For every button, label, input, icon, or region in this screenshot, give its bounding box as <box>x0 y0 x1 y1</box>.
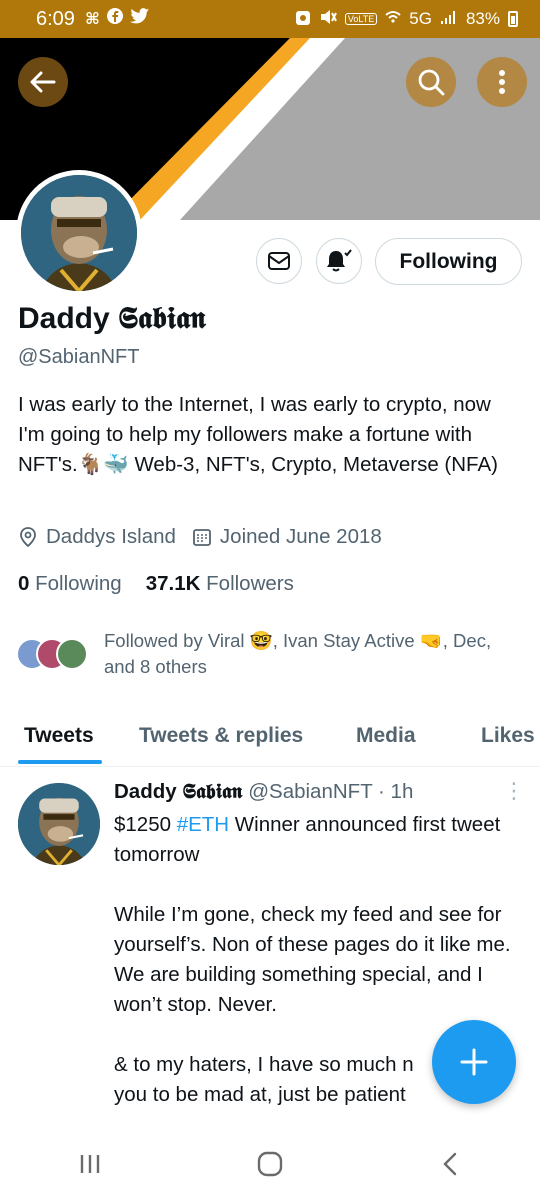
joined-item: Joined June 2018 <box>192 525 382 549</box>
chevron-left-icon <box>443 1152 457 1175</box>
battery-icon <box>508 11 518 27</box>
signal-icon <box>440 9 458 30</box>
joined-text: Joined June 2018 <box>219 525 382 548</box>
followed-by-text: Followed by Viral 🤓, Ivan Stay Active 🤜,… <box>104 630 492 677</box>
twitter-bird-icon <box>129 7 150 31</box>
following-count: 0 <box>18 572 30 595</box>
profile-avatar[interactable] <box>16 170 142 296</box>
follower-avatars <box>16 638 88 670</box>
recent-apps-button[interactable] <box>50 1139 130 1189</box>
profile-handle: @SabianNFT <box>18 346 140 368</box>
ape-avatar-image <box>21 175 137 291</box>
back-arrow-icon <box>30 71 56 93</box>
notifications-button[interactable] <box>316 238 362 284</box>
tab-tweets-replies[interactable]: Tweets & replies <box>139 705 303 767</box>
tab-likes[interactable]: Likes <box>481 705 535 767</box>
back-button[interactable] <box>18 57 68 107</box>
tweet-avatar[interactable] <box>18 783 100 865</box>
tweet-more-icon[interactable]: ⋮ <box>503 778 525 804</box>
search-icon <box>418 69 445 96</box>
home-icon <box>257 1151 283 1176</box>
tab-media[interactable]: Media <box>356 705 416 767</box>
profile-meta: Daddys Island Joined June 2018 <box>18 525 392 549</box>
battery-percent: 83% <box>465 9 500 28</box>
home-button[interactable] <box>230 1139 310 1189</box>
facebook-icon <box>106 7 124 31</box>
tweet-text-prefix: $1250 <box>114 813 177 836</box>
location-pin-icon <box>20 527 36 548</box>
tab-tweets[interactable]: Tweets <box>24 705 94 767</box>
following-button[interactable]: Following <box>375 238 522 285</box>
location-item: Daddys Island <box>18 525 176 549</box>
followers-count: 37.1K <box>145 572 201 595</box>
alarm-icon <box>295 8 311 31</box>
following-count-link[interactable]: 0 Following <box>18 572 122 596</box>
location-text: Daddys Island <box>46 525 176 548</box>
followers-count-link[interactable]: 37.1K Followers <box>146 572 294 596</box>
wifi-icon <box>385 9 401 29</box>
followed-by-row[interactable]: Followed by Viral 🤓, Ivan Stay Active 🤜,… <box>16 628 524 680</box>
compose-tweet-button[interactable] <box>432 1020 516 1104</box>
following-label: Following <box>35 572 122 595</box>
tweet-header: Daddy 𝕾𝖆𝖇𝖎𝖆𝖓 @SabianNFT · 1h <box>114 780 413 804</box>
bell-check-icon <box>327 249 352 272</box>
ape-avatar-image <box>18 783 100 865</box>
search-button[interactable] <box>406 57 456 107</box>
more-options-button[interactable] <box>477 57 527 107</box>
profile-tabs: Tweets Tweets & replies Media Likes <box>0 705 540 767</box>
tweet-hashtag[interactable]: #ETH <box>177 813 229 836</box>
calendar-icon <box>193 529 211 546</box>
tweet-author-meta: @SabianNFT · 1h <box>248 780 414 803</box>
status-time: 6:09 <box>36 7 75 30</box>
plus-icon <box>460 1048 488 1076</box>
active-tab-indicator <box>18 760 102 764</box>
system-nav-bar <box>0 1127 540 1200</box>
gamepad-icon: ⌘ <box>84 11 100 28</box>
profile-bio: I was early to the Internet, I was early… <box>18 393 498 476</box>
followers-label: Followers <box>206 572 294 595</box>
more-vertical-icon <box>499 70 505 94</box>
system-back-button[interactable] <box>410 1139 490 1189</box>
message-button[interactable] <box>256 238 302 284</box>
mute-icon <box>319 8 337 31</box>
profile-name: Daddy 𝕾𝖆𝖇𝖎𝖆𝖓 <box>18 302 206 335</box>
network-type: 5G <box>409 9 432 28</box>
follower-avatar <box>56 638 88 670</box>
recent-apps-icon <box>80 1154 100 1173</box>
volte-badge: VoLTE <box>344 13 378 25</box>
status-bar: 6:09 ⌘ VoLTE 5G 83% <box>0 0 540 38</box>
envelope-icon <box>268 252 290 270</box>
follow-counts: 0 Following 37.1K Followers <box>18 572 294 596</box>
tweet-author-name[interactable]: Daddy 𝕾𝖆𝖇𝖎𝖆𝖓 <box>114 780 242 804</box>
